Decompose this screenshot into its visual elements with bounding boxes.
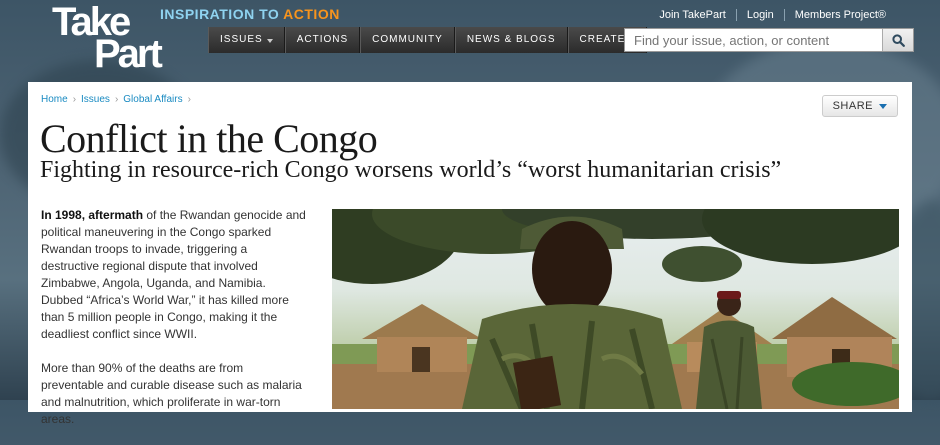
- soldiers-photo-illustration: [332, 209, 899, 409]
- breadcrumb-separator: ›: [114, 94, 119, 105]
- breadcrumb-global-affairs[interactable]: Global Affairs: [123, 94, 182, 105]
- article-body: In 1998, aftermath of the Rwandan genoci…: [41, 207, 306, 445]
- paragraph-lead: In 1998, aftermath: [41, 208, 144, 222]
- nav-actions-label: ACTIONS: [296, 34, 349, 45]
- nav-news-blogs-label: NEWS & BLOGS: [466, 34, 556, 45]
- login-link[interactable]: Login: [735, 9, 784, 21]
- tagline: INSPIRATION TO ACTION: [160, 6, 340, 22]
- share-label: SHARE: [832, 100, 873, 112]
- search-box: [624, 28, 914, 52]
- tagline-prefix: INSPIRATION TO: [160, 6, 280, 22]
- chevron-down-icon: [266, 38, 273, 43]
- article-photo: [332, 209, 899, 409]
- tagline-accent: ACTION: [283, 6, 340, 22]
- members-project-link[interactable]: Members Project®: [783, 9, 896, 21]
- content-panel: Home › Issues › Global Affairs › SHARE Confli…: [28, 82, 912, 426]
- nav-actions[interactable]: ACTIONS: [284, 27, 361, 53]
- nav-community[interactable]: COMMUNITY: [360, 27, 455, 53]
- page-title: Conflict in the Congo: [40, 116, 378, 161]
- search-icon: [891, 33, 905, 47]
- paragraph-text: of the Rwandan genocide and political ma…: [41, 208, 306, 341]
- utility-links: Join TakePart Login Members Project®: [649, 9, 896, 21]
- article-paragraph: More than 90% of the deaths are from pre…: [41, 361, 302, 426]
- breadcrumb-home[interactable]: Home: [41, 94, 68, 105]
- nav-issues[interactable]: ISSUES: [208, 27, 285, 53]
- breadcrumb-issues[interactable]: Issues: [81, 94, 110, 105]
- site-header: Take Part INSPIRATION TO ACTION Join Tak…: [28, 0, 914, 82]
- dropdown-arrow-icon: [879, 103, 887, 109]
- article-paragraph: In 1998, aftermath of the Rwandan genoci…: [41, 207, 306, 343]
- nav-issues-label: ISSUES: [220, 34, 263, 45]
- nav-community-label: COMMUNITY: [372, 34, 443, 45]
- page-subtitle: Fighting in resource-rich Congo worsens …: [40, 157, 782, 183]
- breadcrumb: Home › Issues › Global Affairs ›: [41, 94, 196, 105]
- main-nav: ISSUES ACTIONS COMMUNITY NEWS & BLOGS CR…: [208, 27, 648, 53]
- share-button[interactable]: SHARE: [821, 95, 898, 117]
- breadcrumb-separator: ›: [187, 94, 191, 105]
- search-input[interactable]: [632, 32, 876, 49]
- join-link[interactable]: Join TakePart: [649, 9, 735, 21]
- search-button[interactable]: [882, 29, 913, 51]
- nav-create-label: CREATE: [579, 34, 626, 45]
- nav-news-blogs[interactable]: NEWS & BLOGS: [454, 27, 568, 53]
- breadcrumb-separator: ›: [72, 94, 77, 105]
